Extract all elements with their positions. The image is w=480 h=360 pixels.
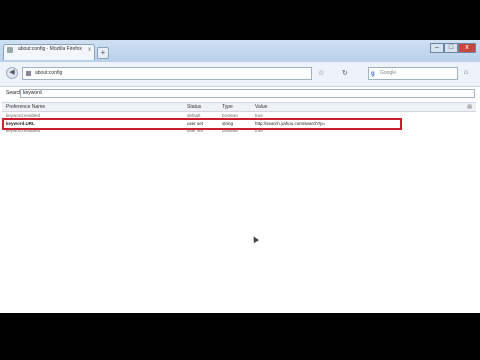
column-picker-icon[interactable]: ▤ bbox=[467, 104, 472, 110]
new-tab-button[interactable]: + bbox=[97, 47, 109, 59]
navigation-bar: ◀ about:config ☆ ↻ g Google ⌂ bbox=[0, 62, 480, 87]
column-preference-name[interactable]: Preference Name bbox=[6, 104, 45, 110]
table-header: Preference Name Status Type Value ▤ bbox=[2, 102, 476, 112]
filter-row: Search: keyword bbox=[0, 88, 480, 100]
page-icon bbox=[7, 47, 13, 53]
close-window-button[interactable]: x bbox=[458, 43, 476, 53]
column-value[interactable]: Value bbox=[255, 104, 267, 110]
reload-icon[interactable]: ↻ bbox=[342, 69, 348, 77]
highlight-box bbox=[2, 118, 402, 130]
bookmark-star-icon[interactable]: ☆ bbox=[318, 69, 324, 77]
column-status[interactable]: Status bbox=[187, 104, 201, 110]
browser-window: about:config - Mozilla Firefox x + – □ x… bbox=[0, 40, 480, 313]
search-placeholder: Google bbox=[380, 70, 397, 76]
search-input[interactable]: g Google bbox=[368, 67, 458, 80]
maximize-button[interactable]: □ bbox=[444, 43, 458, 53]
column-type[interactable]: Type bbox=[222, 104, 233, 110]
site-identity-icon bbox=[26, 71, 31, 76]
google-icon: g bbox=[371, 71, 375, 77]
filter-input[interactable]: keyword bbox=[20, 89, 475, 98]
tab-about-config[interactable]: about:config - Mozilla Firefox x bbox=[3, 44, 95, 60]
url-text: about:config bbox=[35, 70, 63, 76]
close-tab-icon[interactable]: x bbox=[88, 46, 91, 55]
minimize-button[interactable]: – bbox=[430, 43, 444, 53]
home-icon[interactable]: ⌂ bbox=[464, 69, 468, 76]
back-button[interactable]: ◀ bbox=[6, 67, 18, 79]
mouse-cursor-icon bbox=[250, 234, 260, 244]
tab-title: about:config - Mozilla Firefox bbox=[18, 46, 82, 52]
title-bar: about:config - Mozilla Firefox x + – □ x bbox=[0, 40, 480, 62]
url-bar[interactable]: about:config bbox=[22, 67, 312, 80]
